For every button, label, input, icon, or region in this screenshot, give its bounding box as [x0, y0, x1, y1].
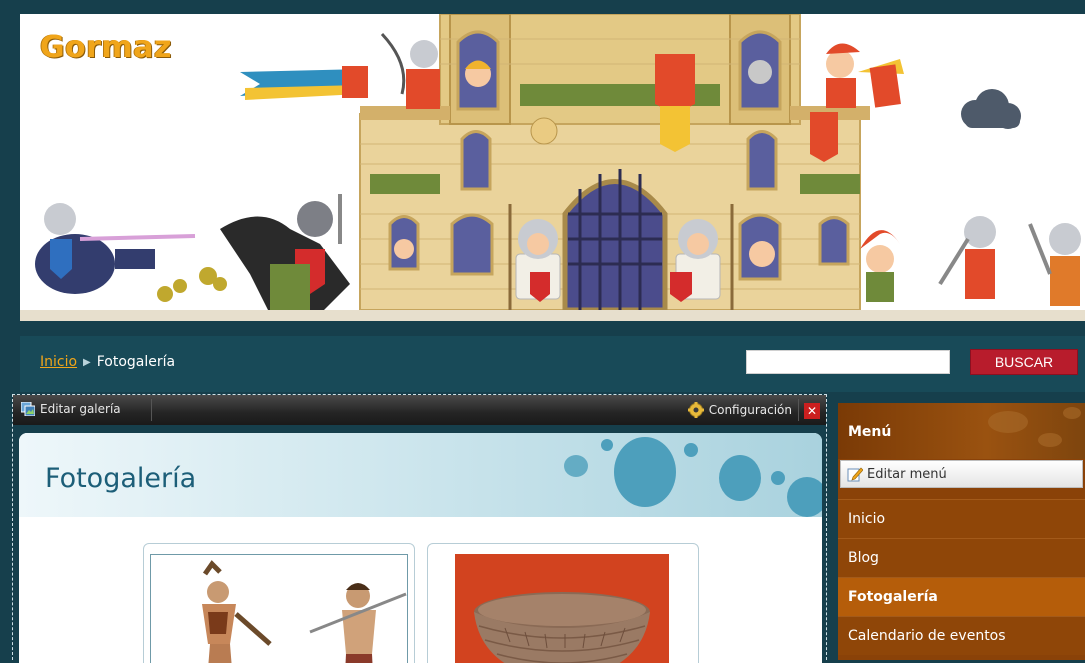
breadcrumb-bar: Inicio ▶ Fotogalería BUSCAR	[20, 336, 1085, 392]
edit-menu-button[interactable]: Editar menú	[840, 460, 1083, 488]
search-button[interactable]: BUSCAR	[970, 349, 1078, 375]
sidebar-item-blog[interactable]: Blog	[838, 538, 1085, 577]
gallery-thumbnail[interactable]	[143, 543, 415, 663]
edit-gallery-button[interactable]: Editar galería	[21, 402, 121, 416]
gear-icon	[687, 402, 704, 418]
menu-header: Menú	[838, 403, 1085, 459]
edit-gallery-label: Editar galería	[40, 402, 121, 416]
page-title: Fotogalería	[45, 463, 197, 494]
toolbar-divider	[798, 399, 799, 421]
decorative-bubble	[614, 437, 676, 507]
decorative-bubble	[719, 455, 761, 501]
configuration-label: Configuración	[708, 403, 792, 417]
decorative-spot	[988, 411, 1028, 433]
gallery-panel: Fotogalería	[19, 433, 822, 663]
sidebar-item-inicio[interactable]: Inicio	[838, 499, 1085, 538]
toolbar-divider	[151, 399, 152, 421]
decorative-bubble	[771, 471, 785, 485]
gallery-thumbnail[interactable]	[427, 543, 699, 663]
configuration-button[interactable]: Configuración	[687, 402, 792, 418]
sidebar-item-fotogaleria[interactable]: Fotogalería	[838, 577, 1085, 616]
breadcrumb: Inicio ▶ Fotogalería	[40, 354, 175, 370]
decorative-spot	[1063, 407, 1081, 419]
gallery-edit-zone: Editar galería Configuración ✕ Fotogaler…	[12, 394, 827, 663]
castle-illustration	[20, 14, 1085, 321]
ceramic-bowl-image	[455, 554, 669, 663]
edit-icon	[847, 467, 863, 482]
gallery-icon	[21, 402, 35, 416]
gallery-header: Fotogalería	[19, 433, 822, 517]
decorative-spot	[1038, 433, 1062, 447]
decorative-bubble	[601, 439, 613, 451]
header-banner: Gormaz	[20, 14, 1085, 321]
decorative-bubble	[564, 455, 588, 477]
sidebar-item-calendario[interactable]: Calendario de eventos	[838, 616, 1085, 655]
menu-title: Menú	[848, 424, 892, 440]
edit-toolbar: Editar galería Configuración ✕	[13, 395, 826, 425]
search-input[interactable]	[746, 350, 950, 374]
breadcrumb-separator-icon: ▶	[83, 357, 91, 368]
decorative-bubble	[684, 443, 698, 457]
sidebar-menu: Menú Editar menú Inicio Blog Fotogalería…	[838, 403, 1085, 660]
site-title[interactable]: Gormaz	[40, 30, 172, 65]
edit-menu-label: Editar menú	[867, 466, 947, 482]
gladiators-image	[150, 554, 408, 663]
decorative-bubble	[787, 477, 822, 517]
close-icon[interactable]: ✕	[804, 403, 820, 419]
breadcrumb-current: Fotogalería	[96, 354, 176, 370]
breadcrumb-home-link[interactable]: Inicio	[40, 354, 77, 370]
